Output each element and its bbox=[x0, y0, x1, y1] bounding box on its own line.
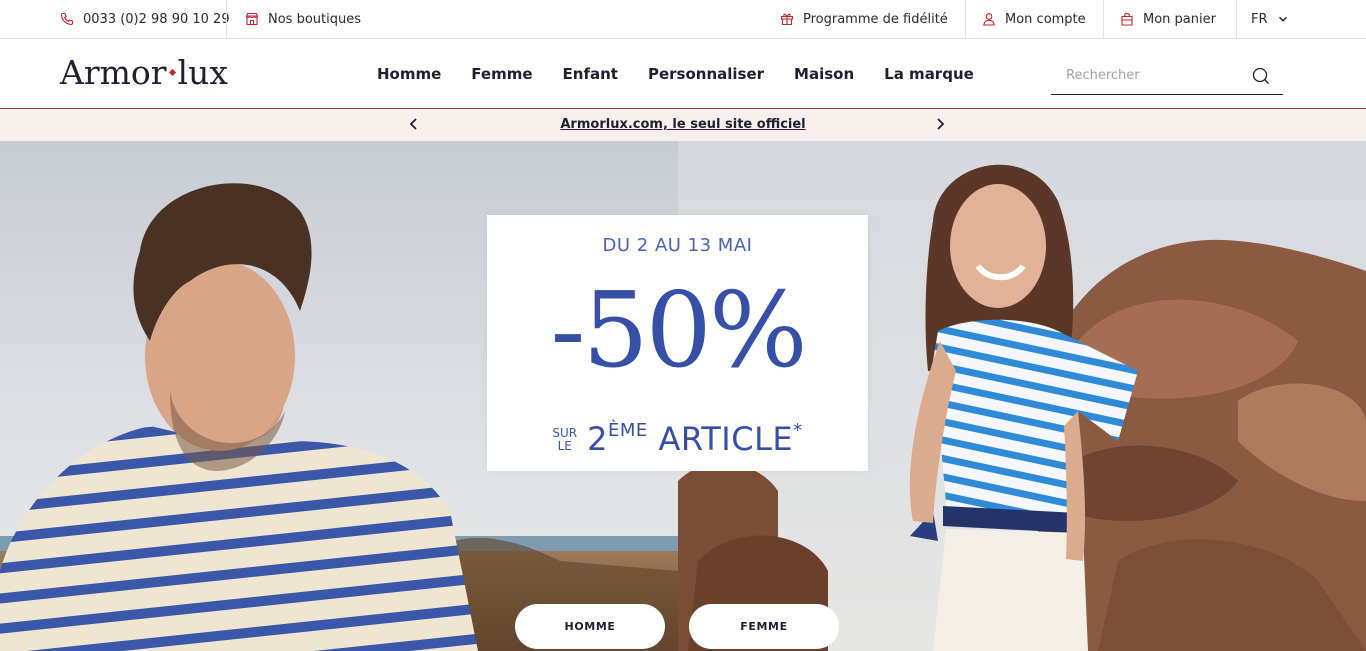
nav-item-maison[interactable]: Maison bbox=[794, 65, 854, 83]
account-label: Mon compte bbox=[1005, 11, 1086, 27]
shop-men-button[interactable]: HOMME bbox=[515, 604, 665, 649]
nav-item-homme[interactable]: Homme bbox=[377, 65, 441, 83]
armorlux-logo[interactable]: Armor lux bbox=[60, 53, 228, 93]
promo-sub-small: SUR LE bbox=[552, 427, 577, 453]
phone-link[interactable]: 0033 (0)2 98 90 10 29 bbox=[60, 0, 230, 38]
top-utility-bar: 0033 (0)2 98 90 10 29 Nos boutiques Prog… bbox=[0, 0, 1366, 39]
user-icon bbox=[982, 12, 996, 26]
language-label: FR bbox=[1251, 11, 1268, 27]
nav-item-la-marque[interactable]: La marque bbox=[884, 65, 974, 83]
search-bar bbox=[1051, 57, 1283, 95]
gift-icon bbox=[780, 12, 794, 26]
hero-banner: DU 2 AU 13 MAI -50% SUR LE 2ÈME ARTICLE*… bbox=[0, 141, 1366, 651]
loyalty-link[interactable]: Programme de fidélité bbox=[780, 0, 948, 38]
nav-item-personnaliser[interactable]: Personnaliser bbox=[648, 65, 764, 83]
phone-number: 0033 (0)2 98 90 10 29 bbox=[83, 11, 230, 27]
divider bbox=[226, 0, 227, 38]
nav-item-enfant[interactable]: Enfant bbox=[563, 65, 618, 83]
cart-link[interactable]: Mon panier bbox=[1120, 0, 1216, 38]
nav-item-femme[interactable]: Femme bbox=[471, 65, 532, 83]
promo-sub-small-2: LE bbox=[557, 439, 572, 453]
account-link[interactable]: Mon compte bbox=[982, 0, 1086, 38]
loyalty-label: Programme de fidélité bbox=[803, 11, 948, 27]
chevron-right-icon[interactable] bbox=[932, 116, 948, 132]
main-nav: Homme Femme Enfant Personnaliser Maison … bbox=[377, 39, 1004, 108]
logo-text-lux: lux bbox=[177, 53, 228, 92]
stores-link[interactable]: Nos boutiques bbox=[245, 0, 361, 38]
phone-icon bbox=[60, 12, 74, 26]
search-input[interactable] bbox=[1066, 65, 1236, 85]
announcement-link[interactable]: Armorlux.com, le seul site officiel bbox=[0, 117, 1366, 132]
promo-subtitle: SUR LE 2ÈME ARTICLE* bbox=[487, 413, 868, 457]
promo-sub-word: ARTICLE bbox=[658, 420, 794, 458]
logo-text-armor: Armor bbox=[60, 53, 167, 92]
promo-dates: DU 2 AU 13 MAI bbox=[602, 235, 753, 256]
promo-sub-big: 2ÈME ARTICLE* bbox=[587, 413, 802, 457]
announcement-bar: Armorlux.com, le seul site officiel bbox=[0, 110, 1366, 141]
promo-sub-ordinal: ÈME bbox=[607, 420, 648, 441]
language-selector[interactable]: FR bbox=[1251, 0, 1288, 38]
shop-women-button[interactable]: FEMME bbox=[689, 604, 839, 649]
chevron-down-icon bbox=[1278, 14, 1288, 24]
main-header: Armor lux Homme Femme Enfant Personnalise… bbox=[0, 39, 1366, 109]
logo-diamond bbox=[168, 68, 176, 77]
promo-discount: -50% bbox=[550, 269, 807, 391]
divider bbox=[965, 0, 966, 38]
cart-label: Mon panier bbox=[1143, 11, 1216, 27]
divider bbox=[1103, 0, 1104, 38]
promo-card: DU 2 AU 13 MAI -50% SUR LE 2ÈME ARTICLE* bbox=[487, 215, 868, 471]
store-icon bbox=[245, 12, 259, 26]
shopping-bag-icon bbox=[1120, 12, 1134, 26]
stores-label: Nos boutiques bbox=[268, 11, 361, 27]
promo-sub-asterisk: * bbox=[793, 420, 803, 441]
promo-sub-number: 2 bbox=[587, 420, 608, 458]
search-icon[interactable] bbox=[1251, 66, 1271, 86]
divider bbox=[1236, 0, 1237, 38]
